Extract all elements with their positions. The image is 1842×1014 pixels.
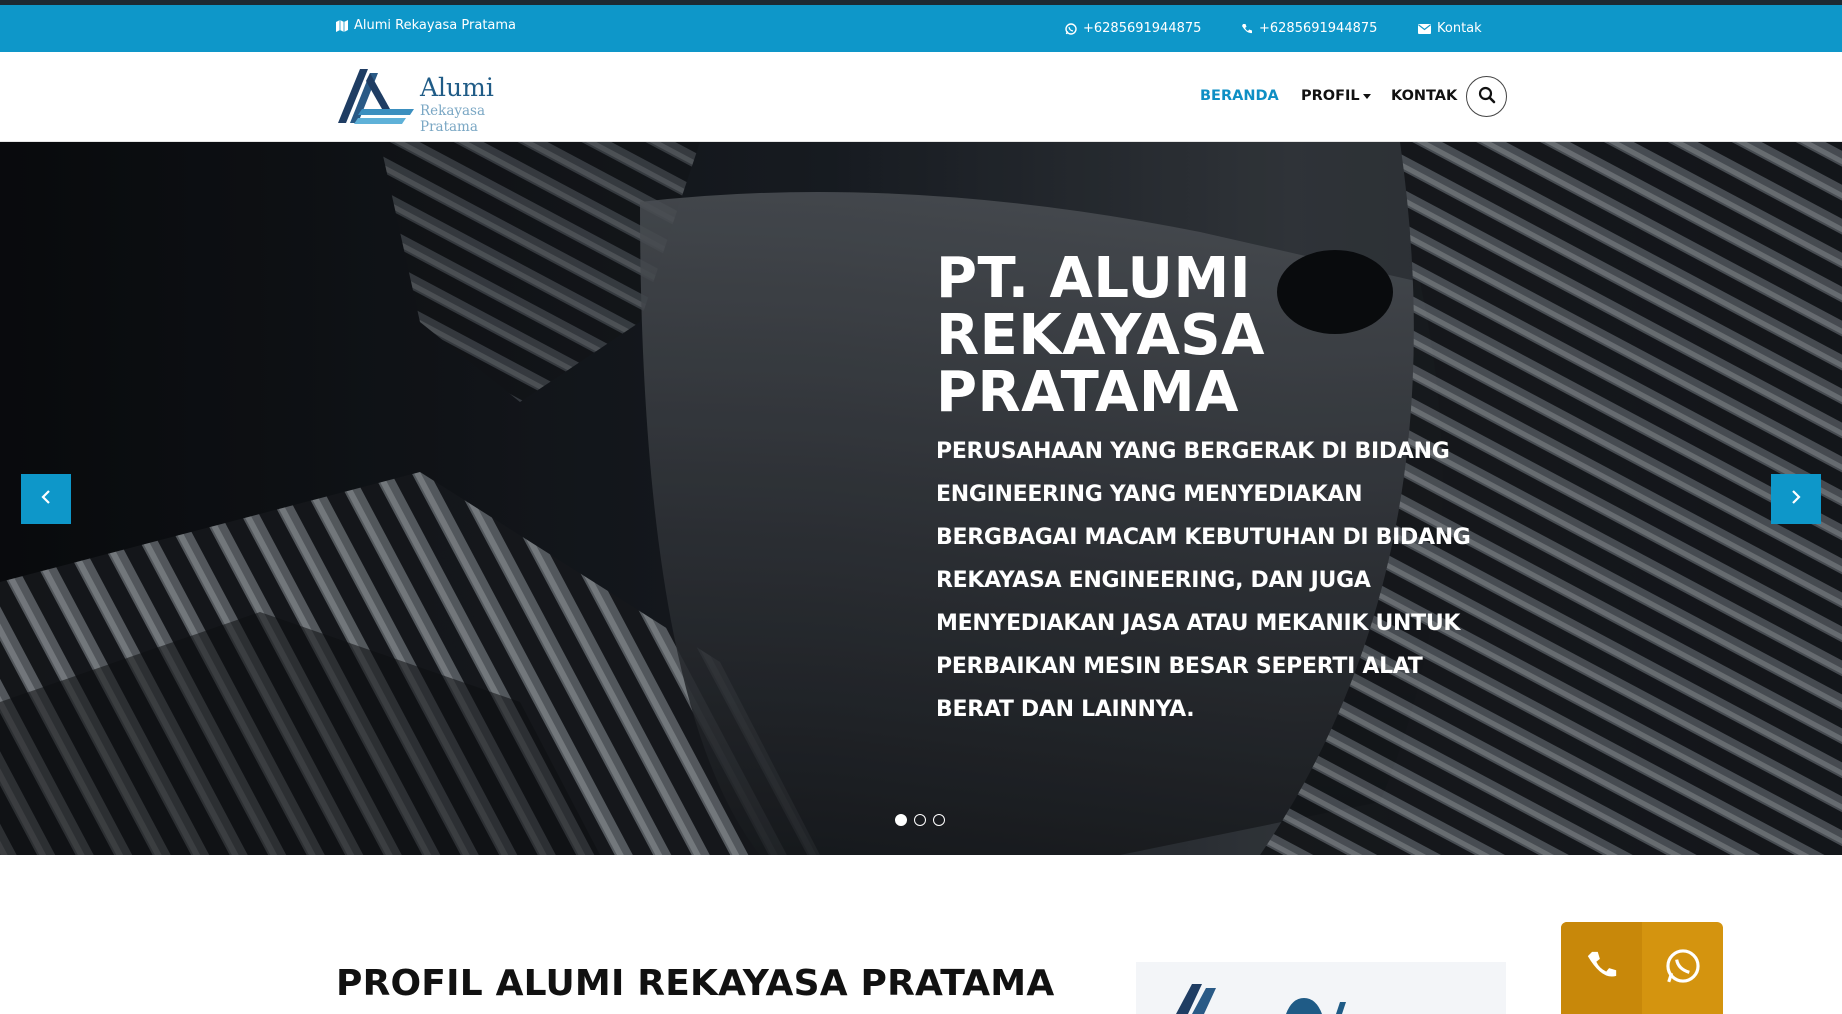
caret-down-icon [1362,93,1371,99]
whatsapp-icon [1664,947,1702,989]
logo-name: Alumi [420,73,494,102]
hero-background-image [0,142,1842,855]
chevron-left-icon [40,489,52,509]
logo-subtitle: Rekayasa Pratama [420,103,486,135]
slider-dot-3[interactable] [933,814,945,826]
hero-caption: PT. ALUMI REKAYASA PRATAMA PERUSAHAAN YA… [936,250,1496,731]
phone-number: +6285691944875 [1259,21,1378,36]
whatsapp-number: +6285691944875 [1083,21,1202,36]
hero-slider: PT. ALUMI REKAYASA PRATAMA PERUSAHAAN YA… [0,142,1842,855]
chevron-right-icon [1790,489,1802,509]
search-button[interactable] [1466,76,1507,117]
nav-home[interactable]: BERANDA [1200,88,1279,104]
profile-heading: PROFIL ALUMI REKAYASA PRATAMA [336,963,1055,1004]
floating-call-button[interactable] [1561,922,1642,1014]
phone-icon [1241,23,1253,35]
hero-title: PT. ALUMI REKAYASA PRATAMA [936,246,1265,425]
slider-prev-button[interactable] [21,474,71,524]
map-icon [336,19,349,32]
slider-next-button[interactable] [1771,474,1821,524]
site-logo[interactable]: Alumi Rekayasa Pratama [336,65,546,135]
nav-profile[interactable]: PROFIL [1301,88,1371,104]
slider-dot-1[interactable] [895,814,907,826]
profile-logo-image [1136,962,1506,1014]
slider-dots [895,814,945,826]
nav-contact[interactable]: KONTAK [1391,88,1457,104]
whatsapp-icon [1065,22,1077,35]
contact-label: Kontak [1437,21,1482,36]
topbar-whatsapp[interactable]: +6285691944875 [1065,21,1201,36]
topbar-brand-label: Alumi Rekayasa Pratama [354,18,517,33]
topbar-phone[interactable]: +6285691944875 [1241,21,1377,36]
floating-contact-box [1561,922,1723,1014]
envelope-icon [1418,23,1431,34]
logo-mark-icon [338,69,414,124]
floating-whatsapp-button[interactable] [1642,922,1723,1014]
slider-dot-2[interactable] [914,814,926,826]
site-header: Alumi Rekayasa Pratama BERANDA PROFIL KO… [0,52,1842,142]
hero-subtitle: PERUSAHAAN YANG BERGERAK DI BIDANG ENGIN… [936,439,1471,722]
phone-icon [1585,949,1619,987]
search-icon [1478,86,1496,108]
nav-profile-label: PROFIL [1301,88,1360,104]
topbar-contact-link[interactable]: Kontak [1418,21,1482,36]
topbar: Alumi Rekayasa Pratama +6285691944875 +6… [0,5,1842,52]
topbar-brand[interactable]: Alumi Rekayasa Pratama [336,18,516,33]
